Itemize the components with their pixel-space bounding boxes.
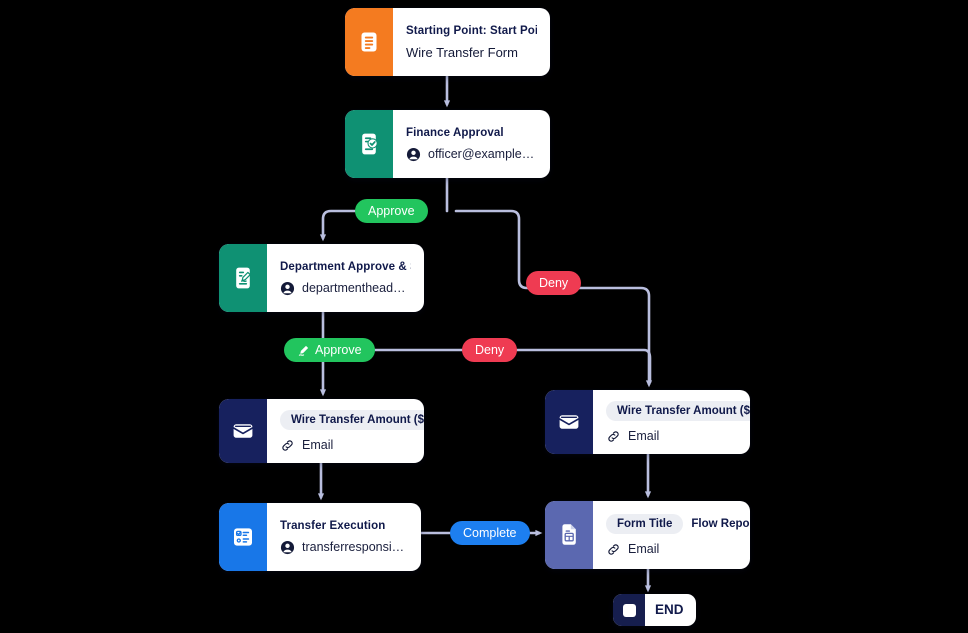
- envelope-icon: [219, 399, 267, 463]
- link-icon: [608, 543, 619, 555]
- node-assignee-text: departmenthead@exa...: [302, 281, 411, 295]
- field-chip: Wire Transfer Amount ($): [606, 400, 750, 421]
- edge-label-deny-1[interactable]: Deny: [526, 271, 582, 295]
- field-value: Flow Report: [691, 517, 750, 530]
- node-title: Transfer Execution: [280, 519, 386, 532]
- spreadsheet-report-icon: [545, 501, 593, 569]
- node-field-row: Wire Transfer Amount ($) ...: [606, 400, 750, 421]
- node-assignee-text: transferresponsible@...: [302, 540, 408, 554]
- node-assignee: transferresponsible@...: [280, 540, 408, 555]
- edge-label-text: Deny: [475, 343, 505, 357]
- node-channel: Email: [606, 542, 737, 557]
- node-finance-approval[interactable]: Finance Approval officer@example.com: [345, 110, 550, 178]
- form-document-icon: [345, 8, 393, 76]
- node-end[interactable]: END: [613, 594, 696, 626]
- document-check-icon: [345, 110, 393, 178]
- field-chip: Wire Transfer Amount ($): [280, 409, 424, 430]
- flowchart-canvas[interactable]: Starting Point: Start Point: Tr... Wire …: [0, 0, 968, 633]
- edge-label-deny-2[interactable]: Deny: [462, 338, 518, 362]
- checklist-icon: [219, 503, 267, 571]
- person-icon: [280, 540, 295, 554]
- edge-label-text: Approve: [315, 343, 362, 357]
- node-department-approve-sign[interactable]: Department Approve & Sign departmenthead…: [219, 244, 424, 312]
- node-channel-text: Email: [628, 542, 660, 556]
- node-email-right[interactable]: Wire Transfer Amount ($) ... Email: [545, 390, 750, 454]
- node-assignee-text: officer@example.com: [428, 147, 537, 161]
- node-assignee: departmenthead@exa...: [280, 281, 411, 296]
- node-starting-point[interactable]: Starting Point: Start Point: Tr... Wire …: [345, 8, 550, 76]
- stop-square-icon: [613, 594, 645, 626]
- node-assignee: officer@example.com: [406, 147, 537, 162]
- node-body: Department Approve & Sign departmenthead…: [267, 244, 424, 312]
- edge-label-text: Complete: [463, 526, 517, 540]
- signature-icon: [298, 345, 309, 356]
- edge-label-complete[interactable]: Complete: [450, 521, 530, 545]
- node-body: Wire Transfer Amount ($) ... Email: [593, 390, 750, 454]
- node-title: Starting Point: Start Point: Tr...: [406, 24, 537, 37]
- link-icon: [608, 430, 619, 442]
- end-label: END: [655, 602, 684, 617]
- node-flow-report[interactable]: Form Title Flow Report Email: [545, 501, 750, 569]
- node-transfer-execution[interactable]: Transfer Execution transferresponsible@.…: [219, 503, 421, 571]
- node-body: Finance Approval officer@example.com: [393, 110, 550, 178]
- document-signature-icon: [219, 244, 267, 312]
- node-field-row: Form Title Flow Report: [606, 513, 750, 534]
- edge-label-text: Deny: [539, 276, 569, 290]
- node-channel: Email: [606, 429, 737, 444]
- node-body: Transfer Execution transferresponsible@.…: [267, 503, 421, 571]
- node-channel-text: Email: [628, 429, 660, 443]
- node-title: Finance Approval: [406, 126, 504, 139]
- link-icon: [282, 439, 293, 451]
- node-title: Department Approve & Sign: [280, 260, 411, 273]
- person-icon: [280, 281, 295, 295]
- node-body: Wire Transfer Amount ($) ... Email: [267, 399, 424, 463]
- node-field-row: Wire Transfer Amount ($) ...: [280, 409, 424, 430]
- envelope-icon: [545, 390, 593, 454]
- field-chip: Form Title: [606, 513, 684, 534]
- node-body: Form Title Flow Report Email: [593, 501, 750, 569]
- edge-label-approve-1[interactable]: Approve: [355, 199, 428, 223]
- node-email-left[interactable]: Wire Transfer Amount ($) ... Email: [219, 399, 424, 463]
- edge-label-approve-2[interactable]: Approve: [284, 338, 375, 362]
- node-channel-text: Email: [302, 438, 334, 452]
- node-subtitle: Wire Transfer Form: [406, 44, 518, 60]
- edge-label-text: Approve: [368, 204, 415, 218]
- node-body: Starting Point: Start Point: Tr... Wire …: [393, 8, 550, 76]
- node-channel: Email: [280, 438, 411, 453]
- person-icon: [406, 147, 421, 161]
